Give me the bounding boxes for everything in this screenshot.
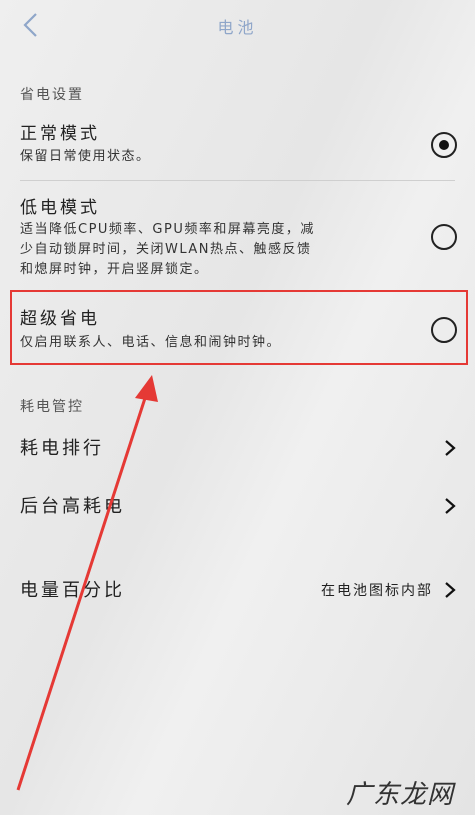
mode-low-power-desc-line2: 少自动锁屏时间，关闭WLAN热点、触感反馈	[20, 242, 312, 257]
section-label-power-settings: 省电设置	[20, 87, 84, 103]
mode-normal-desc: 保留日常使用状态。	[20, 149, 151, 164]
row-battery-percentage-value: 在电池图标内部	[321, 583, 433, 599]
highlight-box	[10, 290, 468, 365]
mode-low-power-radio[interactable]	[431, 224, 457, 250]
chevron-right-icon	[445, 440, 456, 456]
mode-low-power-desc-line3: 和熄屏时钟，开启竖屏锁定。	[20, 262, 209, 277]
watermark: 广东龙网	[346, 780, 455, 810]
mode-normal-radio[interactable]	[431, 132, 457, 158]
mode-low-power-title: 低电模式	[20, 198, 100, 218]
section-label-power-control: 耗电管控	[20, 399, 84, 415]
chevron-right-icon	[445, 498, 456, 514]
page-title: 电池	[217, 18, 258, 37]
header: 电池	[0, 0, 475, 52]
mode-normal-title: 正常模式	[20, 124, 100, 144]
row-background-high-power-title: 后台高耗电	[20, 496, 125, 517]
mode-low-power-desc-line1: 适当降低CPU频率、GPU频率和屏幕亮度，减	[20, 222, 315, 237]
row-power-ranking-title: 耗电排行	[20, 438, 104, 459]
row-battery-percentage-title: 电量百分比	[20, 580, 125, 601]
chevron-right-icon	[445, 582, 456, 598]
radio-selected-dot	[439, 140, 449, 150]
divider	[20, 180, 455, 181]
